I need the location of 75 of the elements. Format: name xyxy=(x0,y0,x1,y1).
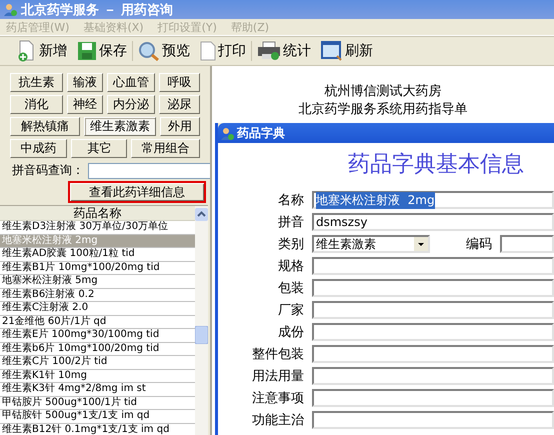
drug-list-item[interactable]: 维生素K3针 4mg*2/8mg im st xyxy=(0,383,195,396)
toolbar-button[interactable]: 新增 xyxy=(12,38,72,64)
dialog-title: 药品字典 xyxy=(237,124,285,142)
drug-list-item[interactable]: 维生素K1针 10mg xyxy=(0,370,195,383)
field-label: 拼音 xyxy=(277,214,304,231)
toolbar-button[interactable]: 预览 xyxy=(133,38,195,64)
text-field[interactable] xyxy=(312,301,554,319)
category-button[interactable]: 抗生素 xyxy=(10,73,64,92)
drug-list-item[interactable]: 21金维他 60片/1片 qd xyxy=(0,316,195,329)
drug-list-item[interactable]: 地塞米松注射液 5mg xyxy=(0,275,195,288)
drug-list-item[interactable]: 甲钴胺片 500ug*100/1片 tid xyxy=(0,396,195,410)
scroll-up-icon xyxy=(195,208,208,221)
category-button[interactable]: 呼吸 xyxy=(159,73,200,92)
text-field[interactable] xyxy=(312,279,554,297)
field-label: 类别 xyxy=(277,236,304,253)
category-button[interactable]: 神经 xyxy=(67,95,103,114)
scrollbar[interactable] xyxy=(195,206,208,435)
text-field[interactable] xyxy=(312,389,554,407)
drug-list-item[interactable]: 维生素B6注射液 0.2 xyxy=(0,288,195,302)
drug-list-item[interactable]: 甲钴胺针 500ug*1支/1支 im qd xyxy=(0,410,195,424)
drug-list-item[interactable]: 维生素B1片 10mg*100/20mg tid xyxy=(0,262,195,275)
report-heading: 杭州博信测试大药房 xyxy=(324,83,442,101)
category-button[interactable]: 维生素激素 xyxy=(84,117,156,136)
toolbar-button[interactable]: 保存 xyxy=(72,38,132,64)
category-button[interactable]: 其它 xyxy=(71,139,128,158)
app-icon xyxy=(4,3,17,16)
field-label: 注意事项 xyxy=(251,390,304,407)
column-header: 药品名称 xyxy=(0,206,195,221)
text-field[interactable] xyxy=(312,367,554,385)
category-button[interactable]: 中成药 xyxy=(10,139,68,158)
drug-list-item[interactable]: 维生素b6片 10mg*100/20mg tid xyxy=(0,342,195,356)
report-heading: 北京药学服务系统用药指导单 xyxy=(298,101,468,119)
text-field[interactable]: dsmszsy xyxy=(312,213,554,231)
code-field[interactable] xyxy=(500,235,554,253)
field-label: 厂家 xyxy=(277,302,304,319)
category-button[interactable]: 内分泌 xyxy=(107,95,156,114)
field-label: 规格 xyxy=(277,258,304,275)
printer-icon xyxy=(257,41,281,61)
document-icon xyxy=(200,41,216,61)
text-field[interactable] xyxy=(312,411,554,429)
view-details-button[interactable]: 查看此药详细信息 xyxy=(68,181,206,203)
toolbar-button[interactable]: 统计 xyxy=(252,38,316,64)
scroll-thumb-icon xyxy=(195,326,208,344)
field-label: 包装 xyxy=(277,280,304,297)
category-button[interactable]: 泌尿 xyxy=(159,95,200,114)
dialog-heading: 药品字典基本信息 xyxy=(347,151,525,179)
drug-list-item[interactable]: 维生素AD胶囊 100粒/1粒 tid xyxy=(0,248,195,262)
drug-list-item[interactable]: 维生素E片 100mg*30/100mg tid xyxy=(0,329,195,342)
drug-list-item[interactable]: 维生素D3注射液 30万单位/30万单位 xyxy=(0,221,195,234)
field-label: 功能主治 xyxy=(251,412,304,429)
drug-list-item[interactable]: 维生素C片 100/2片 tid xyxy=(0,356,195,370)
pinyin-search-label: 拼音码查询： xyxy=(12,162,84,179)
category-dropdown[interactable]: 维生素激素 xyxy=(312,235,430,253)
text-field[interactable] xyxy=(312,323,554,341)
code-label: 编码 xyxy=(466,236,492,253)
category-button[interactable]: 解热镇痛 xyxy=(10,117,80,136)
text-field[interactable] xyxy=(312,257,554,275)
drug-list-item[interactable]: 维生素C注射液 2.0 xyxy=(0,302,195,316)
category-button[interactable]: 外用 xyxy=(160,117,200,136)
text-field[interactable] xyxy=(312,345,554,363)
text-field[interactable]: 地塞米松注射液 2mg xyxy=(312,191,554,209)
toolbar-button[interactable]: 打印 xyxy=(195,38,251,64)
category-button[interactable]: 心血管 xyxy=(107,73,156,92)
window-title: 北京药学服务 － 用药咨询 xyxy=(21,2,174,18)
dialog-icon xyxy=(221,126,234,140)
field-label: 整件包装 xyxy=(251,346,304,363)
category-button[interactable]: 输液 xyxy=(67,73,103,92)
toolbar-button[interactable]: 刷新 xyxy=(316,38,378,64)
window-icon xyxy=(321,41,343,61)
category-button[interactable]: 常用组合 xyxy=(131,139,200,158)
field-label: 用法用量 xyxy=(251,368,304,385)
category-button[interactable]: 消化 xyxy=(10,95,64,114)
field-label: 成份 xyxy=(277,324,304,341)
magnifier-icon xyxy=(138,41,160,61)
field-label: 名称 xyxy=(277,192,304,209)
